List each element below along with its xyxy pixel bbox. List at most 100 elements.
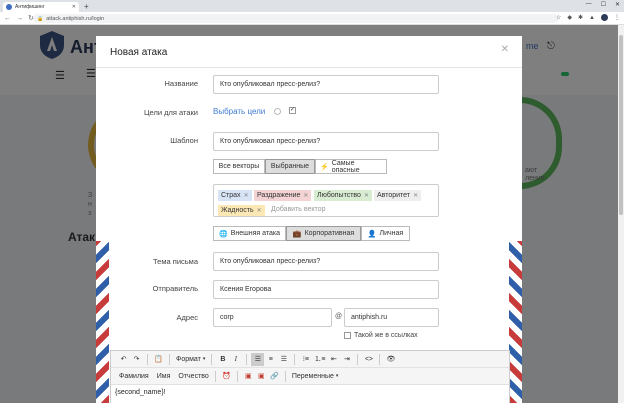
redo-icon[interactable]: ↷ xyxy=(130,353,143,366)
tag-authority: Авторитет ✕ xyxy=(374,190,422,201)
user-icon: 👤 xyxy=(367,230,377,238)
targets-radio[interactable] xyxy=(274,108,281,115)
address-label: Адрес xyxy=(176,313,198,322)
name-input[interactable]: Кто опубликовал пресс-релиз? xyxy=(213,75,439,94)
preview-eye-icon[interactable]: 👁 xyxy=(384,353,397,366)
toolbar-separator xyxy=(169,353,170,365)
image-icon[interactable]: ▣ xyxy=(242,370,255,383)
email-editor: ↶ ↷ 📋 Формат ▾ B I ☰ ≡ ☰ ⁝≡ ⒈≡ ⇤ ⇥ <> 👁 … xyxy=(110,350,510,403)
remove-tag-icon[interactable]: ✕ xyxy=(257,207,262,214)
browser-tab-bar: Антифишинг ✕ + — ☐ ✕ xyxy=(0,0,624,12)
extension-icon[interactable]: ◆ xyxy=(567,14,572,21)
add-vector-placeholder: Добавить вектор xyxy=(271,206,326,213)
filter-selected-button[interactable]: Выбранные xyxy=(265,159,315,174)
toolbar-separator xyxy=(246,353,248,365)
window-controls: — ☐ ✕ xyxy=(586,1,620,8)
globe-icon: 🌐 xyxy=(218,230,228,238)
tag-label: Любопытство xyxy=(317,192,361,199)
address-local-input[interactable]: corp xyxy=(213,308,332,327)
remove-tag-icon[interactable]: ✕ xyxy=(244,192,249,199)
tag-label: Жадность xyxy=(221,207,254,214)
insert-first-name-button[interactable]: Имя xyxy=(155,370,173,383)
outdent-icon[interactable]: ⇤ xyxy=(327,353,340,366)
address-bar[interactable]: 🔒 attack.antiphish.ru/login xyxy=(33,14,559,23)
address-domain-input[interactable]: antiphish.ru xyxy=(344,308,439,327)
subject-label: Тема письма xyxy=(153,257,198,266)
tab-title: Антифишинг xyxy=(15,4,45,10)
toolbar-separator xyxy=(211,353,213,365)
same-in-links-checkbox[interactable] xyxy=(344,332,351,339)
toolbar-separator xyxy=(147,353,148,365)
page-scrollbar[interactable] xyxy=(618,25,624,403)
remove-tag-icon[interactable]: ✕ xyxy=(413,192,418,199)
personal-attack-label: Личная xyxy=(379,230,404,237)
filter-most-dangerous-button[interactable]: ⚡ Самые опасные xyxy=(315,159,387,174)
tag-greed: Жадность ✕ xyxy=(218,205,265,216)
toolbar-separator xyxy=(236,370,238,382)
format-dropdown-label: Формат xyxy=(176,355,201,363)
bookmark-star-icon[interactable]: ☆ xyxy=(556,14,561,21)
maximize-icon[interactable]: ☐ xyxy=(601,1,606,8)
bold-icon[interactable]: B xyxy=(216,353,229,366)
indent-icon[interactable]: ⇥ xyxy=(340,353,353,366)
minimize-icon[interactable]: — xyxy=(586,1,592,8)
select-targets-link[interactable]: Выбрать цели xyxy=(213,107,265,116)
close-window-icon[interactable]: ✕ xyxy=(615,1,620,8)
filter-all-vectors-button[interactable]: Все векторы xyxy=(213,159,265,174)
insert-last-name-button[interactable]: Фамилия xyxy=(117,370,151,383)
insert-patronymic-button[interactable]: Отчество xyxy=(176,370,210,383)
remove-tag-icon[interactable]: ✕ xyxy=(303,192,308,199)
lock-icon: 🔒 xyxy=(37,15,44,22)
close-tab-icon[interactable]: ✕ xyxy=(72,4,76,10)
extension-icon-2[interactable]: ▲ xyxy=(589,15,595,21)
tag-label: Страх xyxy=(221,192,241,199)
menu-dots-icon[interactable]: ⋮ xyxy=(614,14,620,21)
vectors-tag-input[interactable]: Страх ✕ Раздражение ✕ Любопытство ✕ Авторит… xyxy=(213,184,439,217)
italic-icon[interactable]: I xyxy=(229,353,242,366)
tag-curiosity: Любопытство ✕ xyxy=(314,190,372,201)
sender-label: Отправитель xyxy=(152,284,198,293)
variables-dropdown[interactable]: Переменные ▾ xyxy=(290,370,341,383)
numbered-list-icon[interactable]: ⒈≡ xyxy=(312,353,327,366)
new-tab-icon[interactable]: + xyxy=(84,2,89,11)
personal-attack-button[interactable]: 👤 Личная xyxy=(361,226,410,241)
back-icon[interactable]: ← xyxy=(4,14,11,23)
align-right-icon[interactable]: ☰ xyxy=(277,353,290,366)
source-code-icon[interactable]: <> xyxy=(362,353,375,366)
forward-icon[interactable]: → xyxy=(16,14,23,23)
extensions-area: ☆ ◆ ✱ ▲ ⋮ xyxy=(556,14,620,21)
format-dropdown[interactable]: Формат ▾ xyxy=(174,353,207,366)
toolbar-separator xyxy=(357,353,359,365)
paste-icon[interactable]: 📋 xyxy=(152,353,165,366)
external-attack-button[interactable]: 🌐 Внешняя атака xyxy=(213,226,286,241)
modal-title: Новая атака xyxy=(110,47,168,58)
name-label: Название xyxy=(164,79,198,88)
image-link-icon[interactable]: ▣ xyxy=(255,370,268,383)
template-input[interactable]: Кто опубликовал пресс-релиз? xyxy=(213,132,439,151)
clock-icon[interactable]: ⏰ xyxy=(220,370,233,383)
align-center-icon[interactable]: ≡ xyxy=(264,353,277,366)
lightning-icon: ⚡ xyxy=(320,163,329,171)
puzzle-icon[interactable]: ✱ xyxy=(578,14,583,21)
nav-buttons: ← → ↻ xyxy=(4,14,34,23)
toolbar-separator xyxy=(379,353,381,365)
corporate-attack-button[interactable]: 💼 Корпоративная xyxy=(286,226,361,241)
link-icon[interactable]: 🔗 xyxy=(268,370,281,383)
remove-tag-icon[interactable]: ✕ xyxy=(364,192,369,199)
editor-body-text[interactable]: {second_name}! xyxy=(115,389,166,396)
toolbar-separator xyxy=(294,353,296,365)
sender-input[interactable]: Ксения Егорова xyxy=(213,280,439,299)
bullet-list-icon[interactable]: ⁝≡ xyxy=(299,353,312,366)
browser-tab[interactable]: Антифишинг ✕ xyxy=(3,2,79,12)
align-left-icon[interactable]: ☰ xyxy=(251,352,265,366)
url-text: attack.antiphish.ru/login xyxy=(46,15,105,22)
scrollbar-thumb[interactable] xyxy=(619,35,623,215)
close-icon[interactable]: ✕ xyxy=(501,44,509,55)
variables-dropdown-label: Переменные xyxy=(291,372,334,380)
subject-input[interactable]: Кто опубликовал пресс-релиз? xyxy=(213,252,439,271)
modal-divider xyxy=(96,67,522,68)
undo-icon[interactable]: ↶ xyxy=(117,353,130,366)
targets-checkbox[interactable]: ✓ xyxy=(289,107,296,114)
profile-avatar[interactable] xyxy=(601,14,608,21)
tag-fear: Страх ✕ xyxy=(218,190,252,201)
